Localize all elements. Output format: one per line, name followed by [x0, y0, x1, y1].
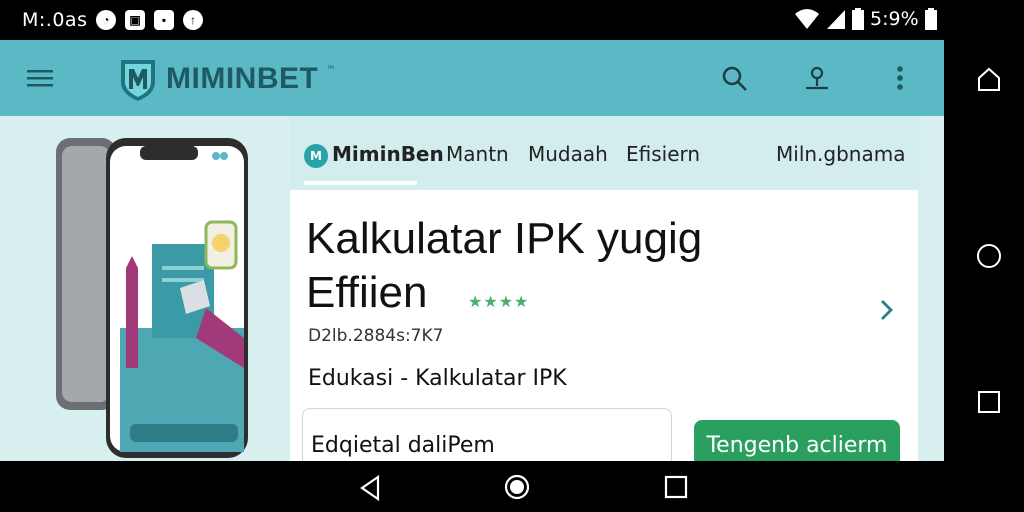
top-app-bar: MIMINBET ™ [0, 40, 944, 116]
alarm-icon: ◔ [96, 10, 116, 30]
app-title-line1: Kalkulatar IPK yugig [306, 214, 703, 263]
home-icon[interactable] [503, 473, 531, 501]
brand-trademark: ™ [326, 64, 335, 73]
wifi-icon [795, 9, 819, 29]
tab-mantn[interactable]: Mantn [446, 142, 509, 166]
battery-icon [852, 8, 864, 30]
status-right: 5:9% [794, 8, 937, 30]
recents-icon[interactable] [664, 475, 688, 499]
download-icon: ↑ [183, 10, 203, 30]
active-tab-indicator [304, 181, 417, 185]
gallery-icon: ▣ [125, 10, 145, 30]
app-category: Edukasi - Kalkulatar IPK [308, 366, 567, 391]
category-tabs: M MiminBen Mantn Mudaah Efisiern Miln.gbn… [290, 116, 920, 190]
navigation-bar [0, 461, 1024, 512]
brand-name: MIMINBET [166, 62, 319, 95]
phone-illustration [56, 138, 248, 458]
tab-label: MiminBen [332, 142, 444, 166]
battery-percent: 5:9% [870, 8, 919, 30]
chevron-right-icon[interactable] [874, 298, 898, 322]
app-meta: D2lb.2884s:7K7 [308, 326, 444, 346]
battery-icon-secondary [924, 8, 937, 30]
status-time: M:.0as [22, 9, 88, 31]
more-vert-icon[interactable] [884, 62, 916, 94]
tab-milngbnama[interactable]: Miln.gbnama [776, 142, 905, 166]
brand[interactable]: MIMINBET ™ [118, 56, 334, 102]
install-button[interactable]: Tengenb aclierm [694, 420, 900, 461]
tab-logo-icon: M [304, 143, 328, 168]
rating-stars: ★★★★ [468, 294, 530, 311]
circle-nav-icon[interactable] [976, 243, 1002, 269]
tab-miminben[interactable]: M MiminBen [304, 142, 444, 168]
description-field[interactable]: Edqietal daliPem [302, 408, 672, 461]
search-icon[interactable] [718, 62, 750, 94]
app-window: MIMINBET ™ M MiminBen Mantn Mudaah Efisie… [0, 40, 944, 461]
tab-mudaah[interactable]: Mudaah [528, 142, 608, 166]
signal-icon [827, 10, 845, 29]
app-title-line2: Effiien [306, 268, 428, 317]
status-bar: M:.0as ◔ ▣ ▪ ↑ 5:9% [0, 0, 944, 40]
square-nav-icon[interactable] [976, 389, 1002, 415]
description-text: Edqietal daliPem [311, 433, 495, 458]
menu-icon[interactable] [24, 62, 56, 94]
back-icon[interactable] [358, 475, 382, 501]
account-icon[interactable] [800, 62, 832, 94]
shield-logo-icon [121, 60, 155, 101]
tab-efisiern[interactable]: Efisiern [626, 142, 700, 166]
notification-icons: ◔ ▣ ▪ ↑ [96, 10, 203, 30]
app-notification-icon: ▪ [154, 10, 174, 30]
app-detail-card: Kalkulatar IPK yugig Effiien ★★★★ D2lb.2… [290, 190, 918, 461]
app-title: Kalkulatar IPK yugig Effiien [306, 212, 826, 320]
home-shape-icon[interactable] [976, 66, 1002, 92]
